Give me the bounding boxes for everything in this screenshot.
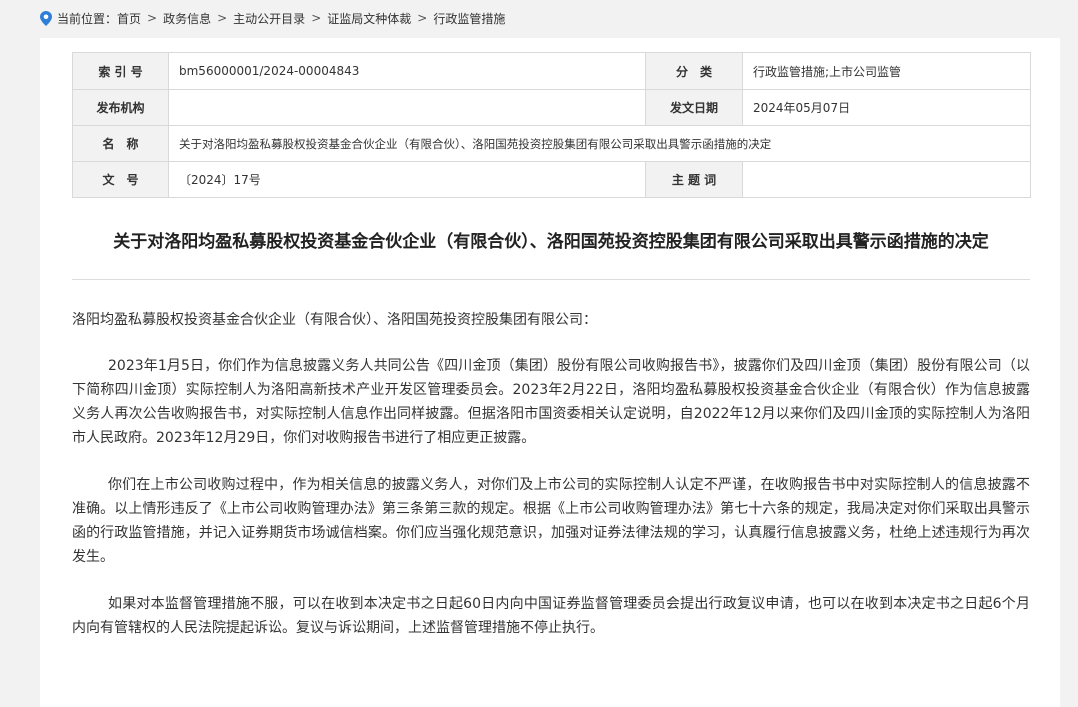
index-number-value: bm56000001/2024-00004843 bbox=[168, 52, 646, 90]
category-value: 行政监管措施;上市公司监管 bbox=[742, 52, 1031, 90]
breadcrumb-home[interactable]: 首页 bbox=[117, 10, 141, 27]
document-body: 洛阳均盈私募股权投资基金合伙企业（有限合伙）、洛阳国苑投资控股集团有限公司： 2… bbox=[72, 308, 1030, 640]
issue-date-label: 发文日期 bbox=[645, 89, 743, 126]
body-paragraph: 2023年1月5日，你们作为信息披露义务人共同公告《四川金顶（集团）股份有限公司… bbox=[72, 358, 1030, 446]
keywords-value bbox=[742, 161, 1031, 198]
meta-row: 名 称 关于对洛阳均盈私募股权投资基金合伙企业（有限合伙）、洛阳国苑投资控股集团… bbox=[72, 125, 1031, 162]
document-number-label: 文 号 bbox=[72, 161, 169, 198]
name-value: 关于对洛阳均盈私募股权投资基金合伙企业（有限合伙）、洛阳国苑投资控股集团有限公司… bbox=[168, 125, 1031, 162]
title-divider bbox=[72, 279, 1030, 280]
body-paragraph: 你们在上市公司收购过程中，作为相关信息的披露义务人，对你们及上市公司的实际控制人… bbox=[72, 477, 1030, 565]
breadcrumb-separator: > bbox=[217, 11, 228, 25]
breadcrumb-gov-info[interactable]: 政务信息 bbox=[163, 10, 211, 27]
salutation: 洛阳均盈私募股权投资基金合伙企业（有限合伙）、洛阳国苑投资控股集团有限公司： bbox=[72, 312, 597, 328]
keywords-label: 主 题 词 bbox=[645, 161, 743, 198]
breadcrumb-separator: > bbox=[311, 11, 322, 25]
breadcrumb-disclosure-catalog[interactable]: 主动公开目录 bbox=[233, 10, 305, 27]
location-pin-icon bbox=[40, 10, 52, 26]
issue-date-value: 2024年05月07日 bbox=[742, 89, 1031, 126]
breadcrumb-prefix: 当前位置： bbox=[57, 11, 118, 26]
meta-row: 索 引 号 bm56000001/2024-00004843 分 类 行政监管措… bbox=[72, 52, 1031, 90]
document-title: 关于对洛阳均盈私募股权投资基金合伙企业（有限合伙）、洛阳国苑投资控股集团有限公司… bbox=[113, 232, 989, 252]
breadcrumb-separator: > bbox=[147, 11, 158, 25]
breadcrumb-current[interactable]: 行政监管措施 bbox=[433, 10, 505, 27]
document-metadata-table: 索 引 号 bm56000001/2024-00004843 分 类 行政监管措… bbox=[72, 52, 1031, 198]
breadcrumb-doc-genre[interactable]: 证监局文种体裁 bbox=[327, 10, 411, 27]
issuer-label: 发布机构 bbox=[72, 89, 169, 126]
content-card: 索 引 号 bm56000001/2024-00004843 分 类 行政监管措… bbox=[40, 38, 1060, 707]
meta-row: 文 号 〔2024〕17号 主 题 词 bbox=[72, 161, 1031, 198]
document-number-value: 〔2024〕17号 bbox=[168, 161, 646, 198]
category-label: 分 类 bbox=[645, 52, 743, 90]
index-number-label: 索 引 号 bbox=[72, 52, 169, 90]
issuer-value bbox=[168, 89, 646, 126]
breadcrumb: 当前位置： 首页 > 政务信息 > 主动公开目录 > 证监局文种体裁 > 行政监… bbox=[40, 9, 505, 27]
meta-row: 发布机构 发文日期 2024年05月07日 bbox=[72, 89, 1031, 126]
breadcrumb-separator: > bbox=[417, 11, 428, 25]
name-label: 名 称 bbox=[72, 125, 169, 162]
body-paragraph: 如果对本监督管理措施不服，可以在收到本决定书之日起60日内向中国证券监督管理委员… bbox=[72, 596, 1030, 636]
